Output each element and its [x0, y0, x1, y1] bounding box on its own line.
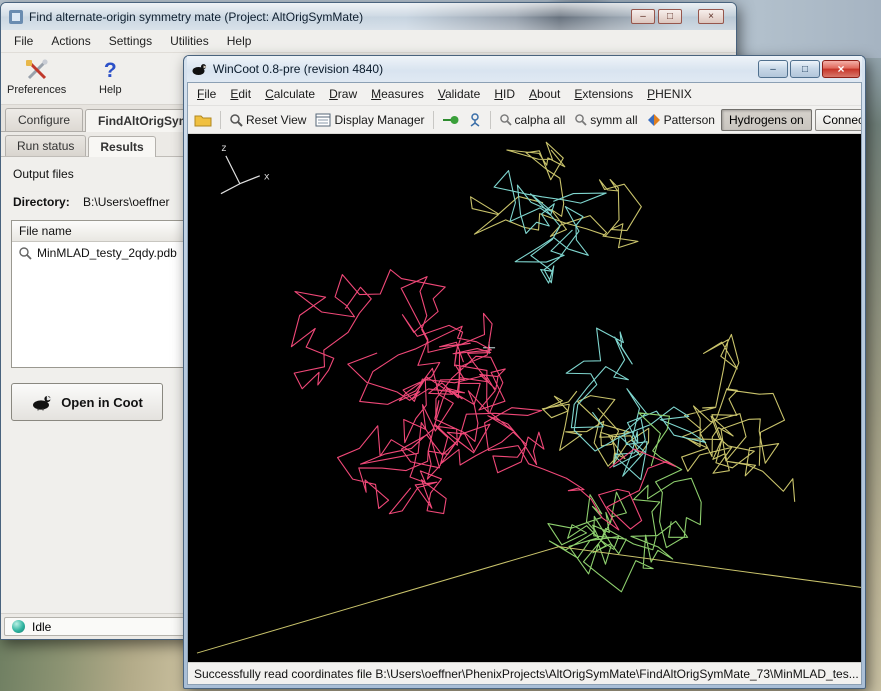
wincoot-menu-extensions[interactable]: Extensions	[567, 84, 640, 104]
symm-all-label: symm all	[590, 113, 637, 127]
phenix-menu-actions[interactable]: Actions	[42, 31, 99, 51]
calpha-all-label: calpha all	[515, 113, 566, 127]
go-to-atom-button[interactable]	[439, 112, 462, 128]
directory-value: B:\Users\oeffner	[83, 195, 169, 209]
desktop-photo-bottom	[0, 634, 186, 691]
phenix-menu-help[interactable]: Help	[218, 31, 261, 51]
wincoot-menu-about[interactable]: About	[522, 84, 567, 104]
help-icon: ?	[104, 60, 117, 81]
phenix-menu-file[interactable]: File	[5, 31, 42, 51]
minimize-icon[interactable]: –	[631, 9, 655, 24]
maximize-icon[interactable]: □	[658, 9, 682, 24]
display-manager-label: Display Manager	[334, 113, 424, 127]
wincoot-window-controls: – □ ×	[758, 60, 860, 78]
wincoot-statusbar: Successfully read coordinates file B:\Us…	[188, 662, 861, 684]
hydrogens-toggle-button[interactable]: Hydrogens on	[721, 109, 812, 131]
coot-bird-icon	[31, 393, 53, 411]
wincoot-menu-validate[interactable]: Validate	[431, 84, 488, 104]
wincoot-menubar: File Edit Calculate Draw Measures Valida…	[188, 83, 861, 106]
preferences-label: Preferences	[7, 84, 66, 96]
file-name: MinMLAD_testy_2qdy.pdb	[37, 246, 177, 260]
open-file-button[interactable]	[191, 111, 215, 129]
phenix-menubar: File Actions Settings Utilities Help	[1, 30, 736, 53]
go-to-ligand-button[interactable]	[465, 111, 485, 129]
magnifier-icon	[18, 246, 32, 260]
axis-z-label: z	[221, 143, 227, 154]
molecule-viewport[interactable]: z x	[188, 134, 861, 662]
connected-to-phenix-button[interactable]: Connected to PHENIX	[815, 109, 861, 131]
directory-label: Directory:	[13, 195, 70, 209]
folder-icon	[194, 113, 212, 127]
subtab-run-status[interactable]: Run status	[5, 135, 86, 156]
close-icon[interactable]: ×	[822, 60, 860, 78]
wincoot-bird-icon	[191, 62, 207, 76]
phenix-window-title: Find alternate-origin symmetry mate (Pro…	[29, 10, 363, 24]
wincoot-status-text: Successfully read coordinates file B:\Us…	[194, 667, 859, 681]
open-in-coot-label: Open in Coot	[61, 395, 143, 410]
idle-status-icon	[12, 620, 25, 633]
wincoot-window: WinCoot 0.8-pre (revision 4840) – □ × Fi…	[183, 55, 866, 689]
wincoot-menu-measures[interactable]: Measures	[364, 84, 431, 104]
molecule-render: z x	[188, 134, 861, 662]
phenix-app-icon	[9, 10, 23, 24]
minimize-icon[interactable]: –	[758, 60, 788, 78]
wincoot-menu-hid[interactable]: HID	[487, 84, 522, 104]
wincoot-menu-file[interactable]: File	[190, 84, 223, 104]
wincoot-window-title: WinCoot 0.8-pre (revision 4840)	[213, 62, 383, 76]
close-icon[interactable]: ×	[698, 9, 724, 24]
toolbar-separator	[220, 111, 221, 129]
preferences-tools-icon	[24, 58, 50, 82]
calpha-icon	[499, 113, 512, 126]
wincoot-menu-edit[interactable]: Edit	[223, 84, 258, 104]
phenix-window-controls: – □ ×	[631, 9, 724, 24]
phenix-menu-utilities[interactable]: Utilities	[161, 31, 218, 51]
reset-view-button[interactable]: Reset View	[226, 111, 309, 129]
desktop-background: Find alternate-origin symmetry mate (Pro…	[0, 0, 881, 691]
toolbar-separator	[490, 111, 491, 129]
wincoot-toolbar: Reset View Display Manager	[188, 106, 861, 134]
help-label: Help	[99, 84, 122, 96]
patterson-icon	[647, 113, 661, 127]
subtab-results[interactable]: Results	[88, 136, 155, 157]
phenix-status-text: Idle	[32, 620, 51, 634]
toolbar-separator	[433, 111, 434, 129]
display-manager-button[interactable]: Display Manager	[312, 111, 427, 129]
preferences-button[interactable]: Preferences	[7, 57, 66, 96]
symm-icon	[574, 113, 587, 126]
symm-all-button[interactable]: symm all	[571, 111, 640, 129]
tab-configure[interactable]: Configure	[5, 108, 83, 131]
wincoot-content: File Edit Calculate Draw Measures Valida…	[187, 82, 862, 685]
go-to-ligand-icon	[468, 113, 482, 127]
axes-gizmo: z x	[221, 143, 270, 194]
phenix-menu-settings[interactable]: Settings	[100, 31, 161, 51]
magnifier-icon	[229, 113, 243, 127]
calpha-all-button[interactable]: calpha all	[496, 111, 569, 129]
wincoot-menu-calculate[interactable]: Calculate	[258, 84, 322, 104]
patterson-label: Patterson	[664, 113, 715, 127]
go-to-atom-icon	[442, 114, 459, 126]
axis-x-label: x	[264, 172, 270, 183]
phenix-titlebar[interactable]: Find alternate-origin symmetry mate (Pro…	[1, 3, 736, 30]
wincoot-menu-phenix[interactable]: PHENIX	[640, 84, 699, 104]
patterson-button[interactable]: Patterson	[644, 111, 718, 129]
wincoot-menu-draw[interactable]: Draw	[322, 84, 364, 104]
help-button[interactable]: ? Help	[86, 57, 134, 96]
open-in-coot-button[interactable]: Open in Coot	[11, 383, 163, 421]
wincoot-titlebar[interactable]: WinCoot 0.8-pre (revision 4840) – □ ×	[187, 56, 862, 82]
reset-view-label: Reset View	[246, 113, 306, 127]
display-manager-icon	[315, 113, 331, 127]
maximize-icon[interactable]: □	[790, 60, 820, 78]
